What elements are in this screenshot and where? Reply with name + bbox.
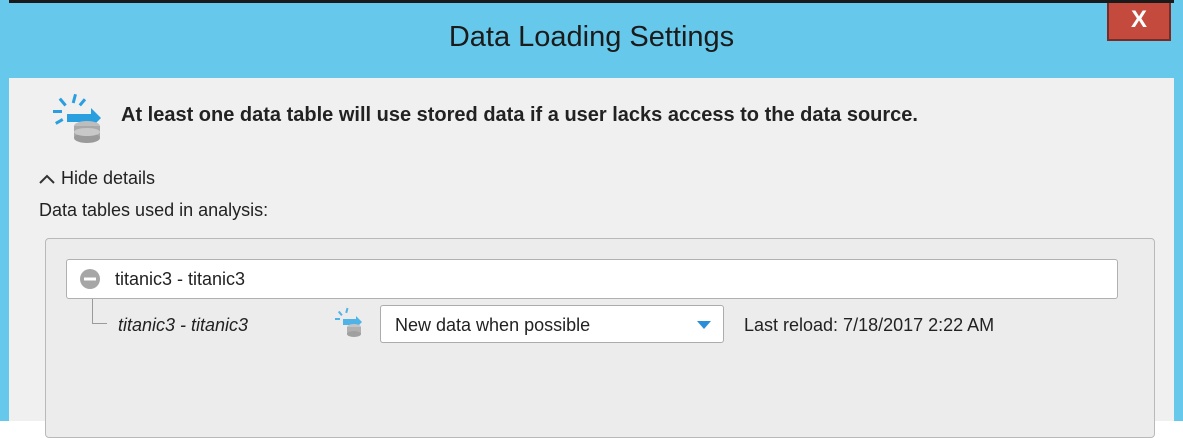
stored-data-icon [335,307,362,337]
chevron-down-icon [697,321,711,329]
hide-details-label: Hide details [61,168,156,188]
title-bar[interactable]: Data Loading Settings X [9,0,1174,78]
data-tables-panel: titanic3 - titanic3 titanic3 - titanic3 … [45,238,1155,438]
tables-used-label: Data tables used in analysis: [39,200,269,220]
dropdown-selected-value: New data when possible [395,315,591,335]
collapse-icon[interactable] [79,268,101,290]
table-row[interactable]: titanic3 - titanic3 [66,259,1118,299]
source-name: titanic3 - titanic3 [118,315,249,335]
loading-mode-dropdown[interactable]: New data when possible [380,305,724,343]
dialog-window: Data Loading Settings X At least one dat… [0,0,1183,438]
dialog-title: Data Loading Settings [448,21,735,53]
chevron-up-icon [39,174,55,184]
last-reload-text: Last reload: 7/18/2017 2:22 AM [744,315,995,335]
tree-connector [92,299,107,324]
table-name: titanic3 - titanic3 [115,269,246,289]
dialog-content: At least one data table will use stored … [9,78,1174,438]
stored-data-icon [53,93,101,143]
hide-details-toggle[interactable]: Hide details [39,168,155,189]
info-message: At least one data table will use stored … [121,104,918,126]
close-button[interactable]: X [1107,3,1171,41]
